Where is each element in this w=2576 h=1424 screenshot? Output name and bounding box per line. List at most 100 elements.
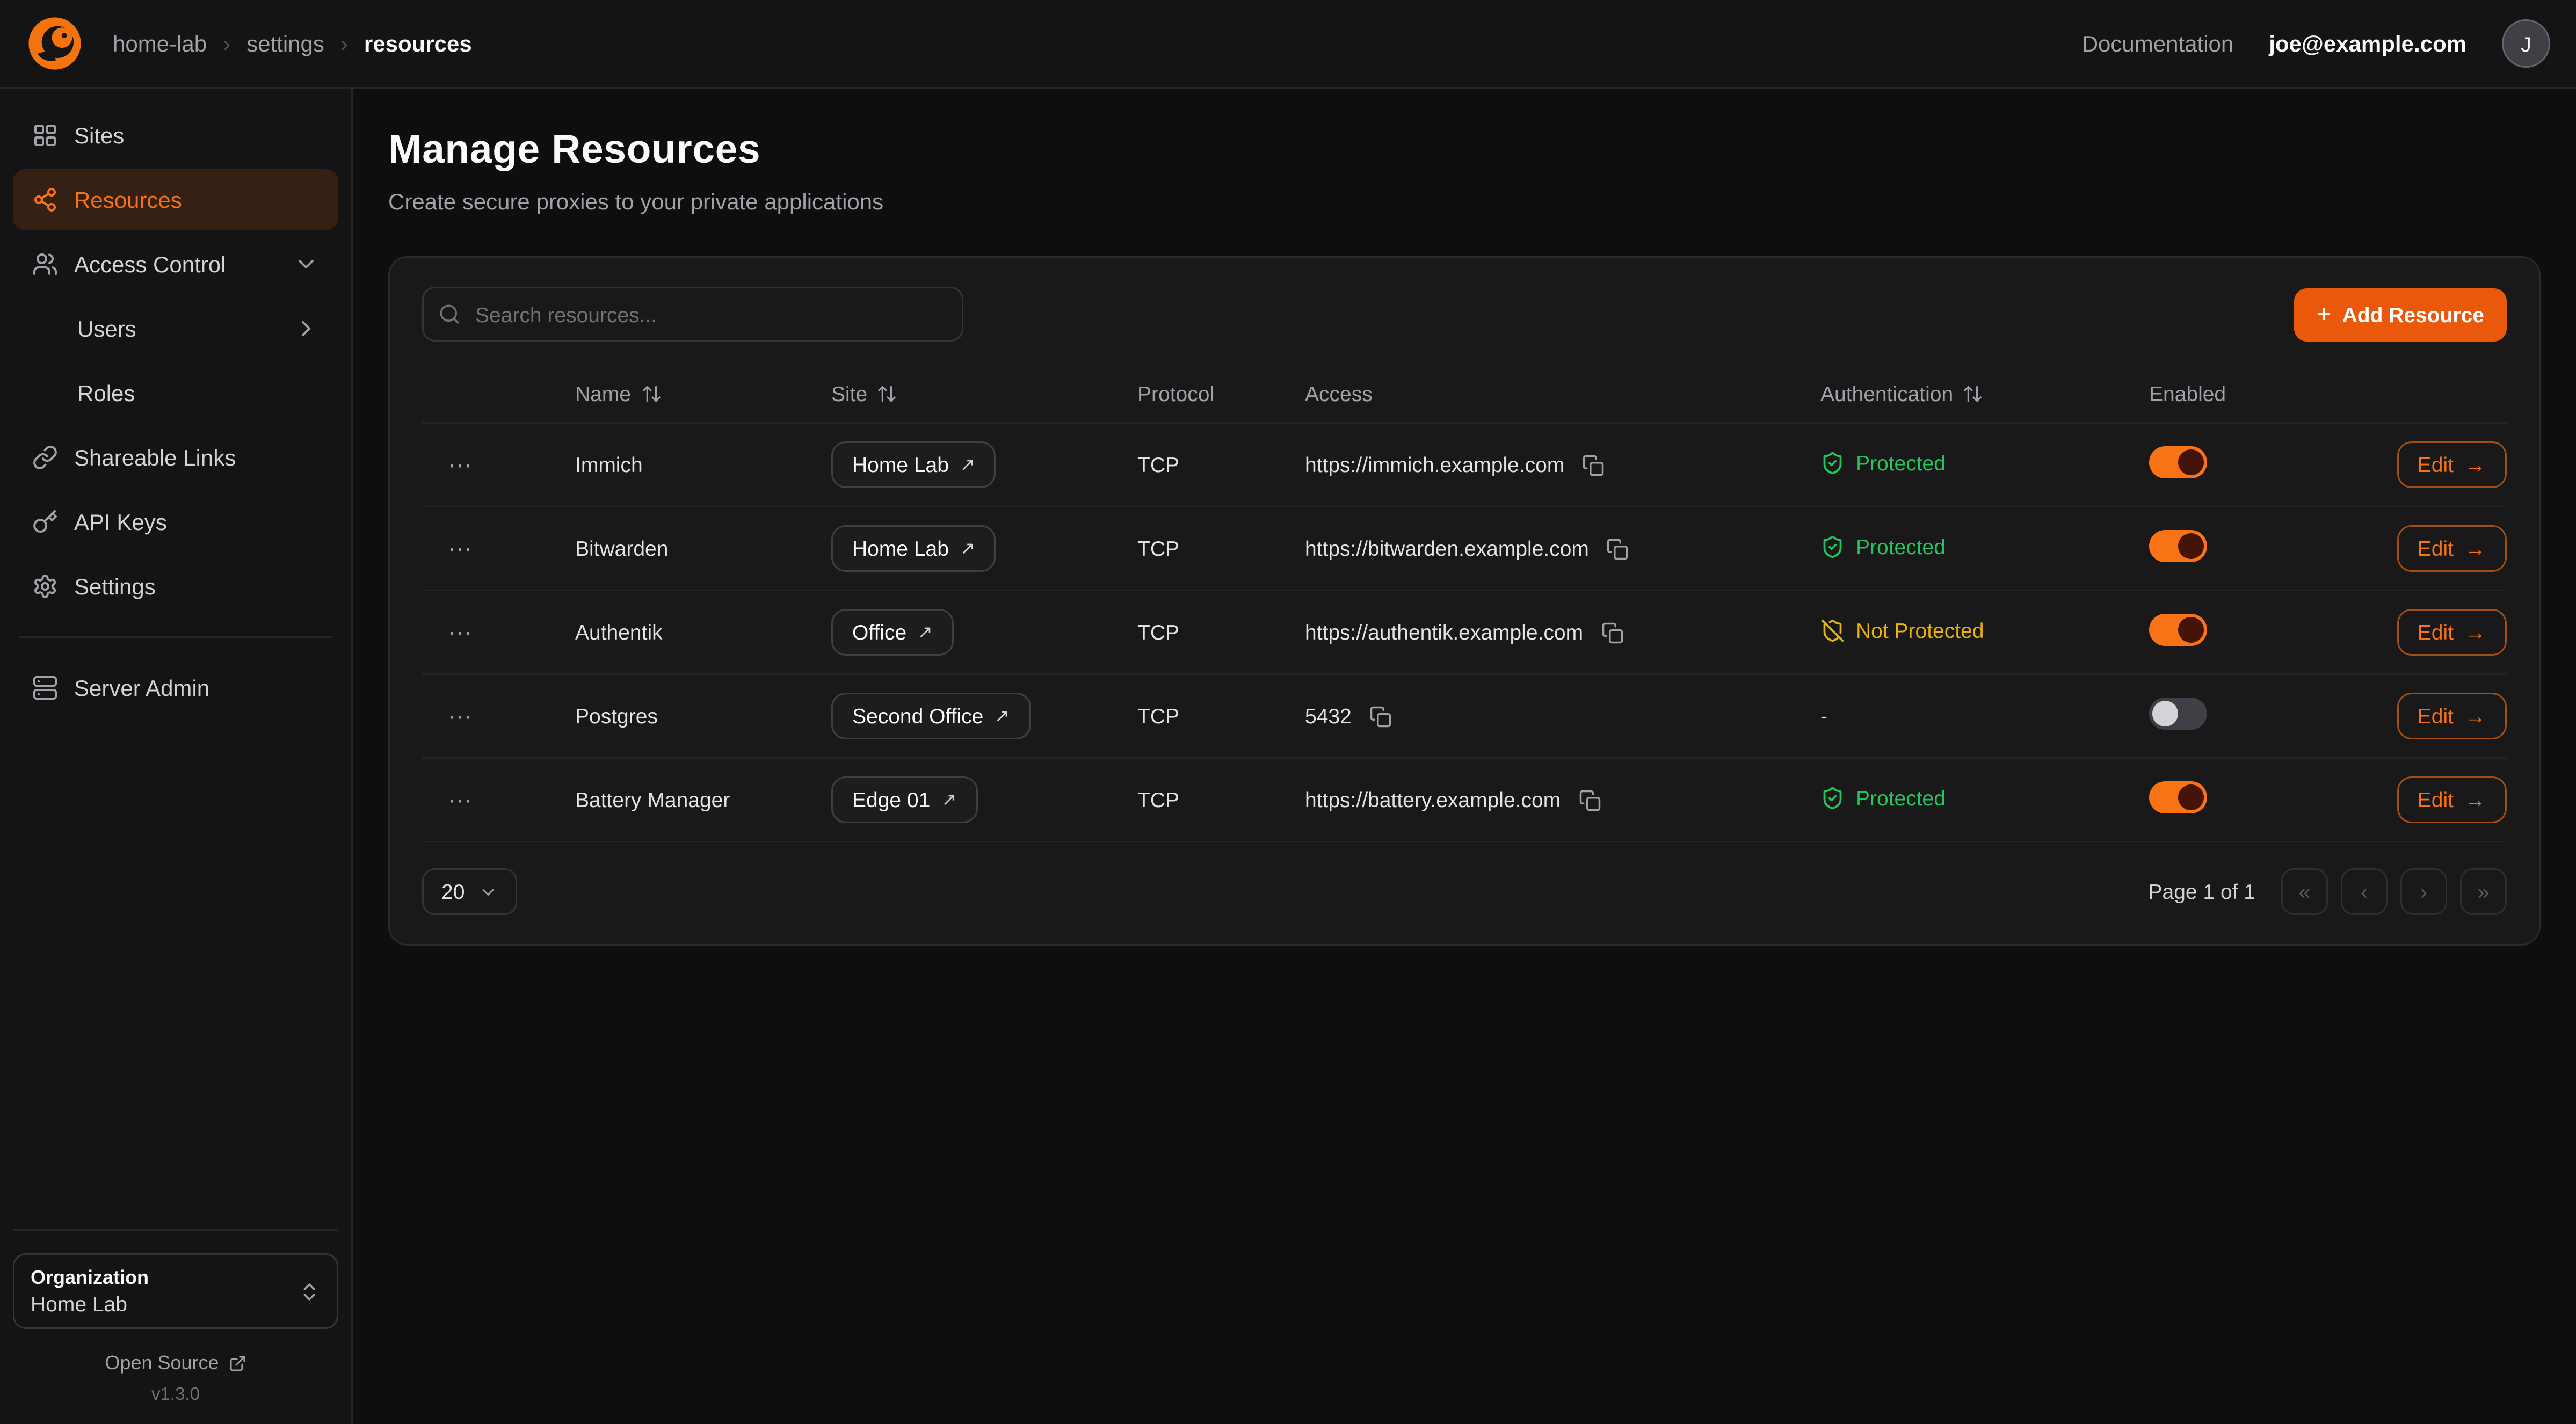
pagination-bar: 20 Page 1 of 1 « ‹ › » <box>422 868 2507 915</box>
sidebar-item-roles[interactable]: Roles <box>13 362 338 424</box>
first-page-icon: « <box>2299 880 2311 904</box>
sidebar-item-access-control[interactable]: Access Control <box>13 234 338 295</box>
sidebar-item-settings[interactable]: Settings <box>13 556 338 617</box>
site-link-button[interactable]: Office↗ <box>831 609 954 656</box>
header-site[interactable]: Site <box>831 381 1137 405</box>
arrow-right-icon: → <box>2465 536 2486 561</box>
row-menu-button[interactable]: ⋯ <box>435 531 487 566</box>
sidebar-item-server-admin[interactable]: Server Admin <box>13 657 338 718</box>
edit-button[interactable]: Edit→ <box>2397 609 2507 656</box>
main-content: Manage Resources Create secure proxies t… <box>353 89 2576 1424</box>
breadcrumb-item-settings[interactable]: settings <box>246 31 324 56</box>
ellipsis-icon: ⋯ <box>448 620 474 647</box>
edit-label: Edit <box>2418 788 2454 812</box>
resource-name: Bitwarden <box>575 536 668 561</box>
table-row: ⋯ Postgres Second Office↗ TCP 5432 - Edi… <box>422 673 2507 757</box>
protocol-value: TCP <box>1137 788 1179 812</box>
site-link-button[interactable]: Second Office↗ <box>831 693 1031 739</box>
site-link-button[interactable]: Home Lab↗ <box>831 441 996 488</box>
sort-icon[interactable] <box>1963 383 1984 404</box>
copy-button[interactable] <box>1579 451 1608 479</box>
site-link-button[interactable]: Edge 01↗ <box>831 776 977 823</box>
page-subtitle: Create secure proxies to your private ap… <box>388 188 2541 214</box>
header-authentication[interactable]: Authentication <box>1820 381 2149 405</box>
row-menu-button[interactable]: ⋯ <box>435 699 487 734</box>
site-link-button[interactable]: Home Lab ↗ <box>831 525 996 572</box>
site-name: Second Office <box>852 704 983 728</box>
page-size-select[interactable]: 20 <box>422 868 518 915</box>
sidebar-item-resources[interactable]: Resources <box>13 169 338 230</box>
ellipsis-icon: ⋯ <box>448 536 474 563</box>
row-menu-button[interactable]: ⋯ <box>435 447 487 483</box>
toggle-knob <box>2178 449 2204 475</box>
sidebar: Sites Resources Access Control Users <box>0 89 353 1424</box>
shield-check-icon <box>1820 451 1845 475</box>
copy-button[interactable] <box>1575 786 1604 815</box>
resource-name: Battery Manager <box>575 788 730 812</box>
enabled-toggle[interactable] <box>2149 781 2207 813</box>
organization-value: Home Lab <box>31 1292 285 1316</box>
organization-label: Organization <box>31 1266 285 1289</box>
sidebar-item-label: Users <box>77 316 136 342</box>
first-page-button[interactable]: « <box>2281 868 2328 915</box>
documentation-link[interactable]: Documentation <box>2082 31 2234 56</box>
sort-icon[interactable] <box>877 383 898 404</box>
auth-status-badge: Protected <box>1820 451 1946 475</box>
row-menu-button[interactable]: ⋯ <box>435 782 487 818</box>
edit-button[interactable]: Edit→ <box>2397 525 2507 572</box>
next-page-button[interactable]: › <box>2400 868 2447 915</box>
header-name[interactable]: Name <box>575 381 831 405</box>
header-protocol: Protocol <box>1137 381 1305 405</box>
open-source-label: Open Source <box>105 1352 219 1374</box>
ellipsis-icon: ⋯ <box>448 787 474 815</box>
app-logo[interactable] <box>26 14 84 72</box>
enabled-toggle[interactable] <box>2149 698 2207 730</box>
sidebar-item-label: Sites <box>74 122 124 148</box>
access-url: https://battery.example.com <box>1305 788 1561 812</box>
last-page-icon: » <box>2478 880 2490 904</box>
protocol-value: TCP <box>1137 620 1179 644</box>
edit-button[interactable]: Edit→ <box>2397 776 2507 823</box>
sort-icon[interactable] <box>641 383 662 404</box>
auth-status-badge: Not Protected <box>1820 618 1984 642</box>
sidebar-item-users[interactable]: Users <box>13 298 338 359</box>
toggle-knob <box>2178 617 2204 643</box>
shield-check-icon <box>1820 534 1845 558</box>
resources-waypoints-icon <box>32 187 58 213</box>
edit-button[interactable]: Edit→ <box>2397 441 2507 488</box>
avatar[interactable]: J <box>2502 19 2550 68</box>
edit-button[interactable]: Edit→ <box>2397 693 2507 739</box>
sidebar-item-label: Shareable Links <box>74 445 236 470</box>
header-protocol-label: Protocol <box>1137 381 1214 405</box>
external-arrow-icon: ↗ <box>960 538 975 559</box>
access-url: https://bitwarden.example.com <box>1305 536 1589 561</box>
resources-card: + Add Resource Name Site <box>388 256 2541 946</box>
auth-status-label: Protected <box>1856 451 1946 475</box>
shield-check-icon <box>1820 786 1845 810</box>
row-menu-button[interactable]: ⋯ <box>435 615 487 650</box>
organization-selector[interactable]: Organization Home Lab <box>13 1253 338 1329</box>
enabled-toggle[interactable] <box>2149 446 2207 478</box>
prev-page-button[interactable]: ‹ <box>2341 868 2388 915</box>
table-row: ⋯ Battery Manager Edge 01↗ TCP https://b… <box>422 757 2507 841</box>
sidebar-item-sites[interactable]: Sites <box>13 105 338 166</box>
breadcrumb-item-org[interactable]: home-lab <box>113 31 207 56</box>
copy-icon <box>1601 621 1623 644</box>
copy-button[interactable] <box>1598 618 1627 647</box>
add-resource-button[interactable]: + Add Resource <box>2294 288 2507 341</box>
site-name: Home Lab <box>852 536 949 561</box>
page-title: Manage Resources <box>388 127 2541 174</box>
sidebar-item-api-keys[interactable]: API Keys <box>13 491 338 553</box>
user-email[interactable]: joe@example.com <box>2269 31 2466 56</box>
enabled-toggle[interactable] <box>2149 614 2207 646</box>
key-icon <box>32 509 58 535</box>
search-input[interactable] <box>422 287 963 342</box>
open-source-link[interactable]: Open Source <box>13 1352 338 1374</box>
last-page-button[interactable]: » <box>2460 868 2507 915</box>
enabled-toggle[interactable] <box>2149 530 2207 562</box>
table-body: ⋯ Immich Home Lab↗ TCP https://immich.ex… <box>422 422 2507 842</box>
sidebar-item-shareable-links[interactable]: Shareable Links <box>13 427 338 488</box>
site-name: Home Lab <box>852 453 949 477</box>
copy-button[interactable] <box>1366 702 1395 731</box>
copy-button[interactable] <box>1603 534 1632 563</box>
